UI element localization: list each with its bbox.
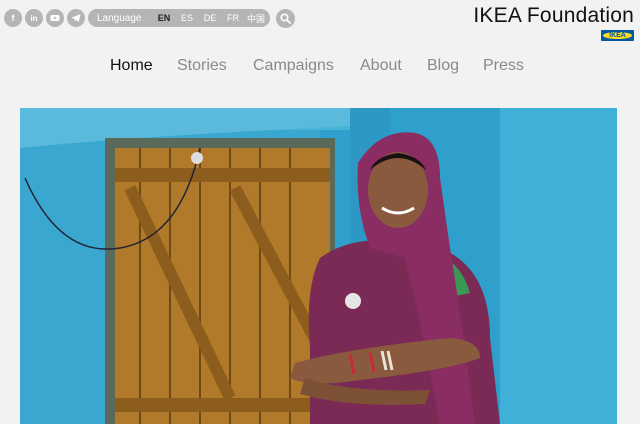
main-nav: Home Stories Campaigns About Blog Press xyxy=(0,57,640,79)
nav-item-stories[interactable]: Stories xyxy=(177,57,227,75)
facebook-icon[interactable]: f xyxy=(4,9,22,27)
youtube-play-glyph xyxy=(50,15,60,21)
nav-item-press[interactable]: Press xyxy=(483,57,524,75)
language-option-zh[interactable]: 中国 xyxy=(245,12,268,25)
search-button[interactable] xyxy=(276,9,295,28)
telegram-plane-glyph xyxy=(71,14,81,22)
language-option-es[interactable]: ES xyxy=(176,13,199,23)
linkedin-icon[interactable]: in xyxy=(25,9,43,27)
ikea-logo-text: IKEA xyxy=(609,32,626,39)
ikea-logo: IKEA xyxy=(601,30,634,41)
search-icon xyxy=(280,13,291,24)
telegram-icon[interactable] xyxy=(67,9,85,27)
hero-photo-woman-at-blue-doorway xyxy=(20,108,617,424)
language-label: Language xyxy=(97,12,142,24)
nav-item-home[interactable]: Home xyxy=(110,57,153,75)
brand[interactable]: IKEA Foundation IKEA xyxy=(473,4,634,46)
brand-title: IKEA Foundation xyxy=(473,4,634,27)
nav-item-campaigns[interactable]: Campaigns xyxy=(253,57,334,75)
top-bar: f in Language EN ES DE FR 中国 IKEA Founda… xyxy=(0,0,640,41)
language-option-de[interactable]: DE xyxy=(199,13,222,23)
language-option-en[interactable]: EN xyxy=(153,13,176,23)
nav-item-about[interactable]: About xyxy=(360,57,402,75)
social-links: f in xyxy=(4,9,85,27)
nav-item-blog[interactable]: Blog xyxy=(427,57,459,75)
youtube-icon[interactable] xyxy=(46,9,64,27)
hero-image[interactable] xyxy=(20,108,617,424)
language-option-fr[interactable]: FR xyxy=(222,13,245,23)
language-selector: Language EN ES DE FR 中国 xyxy=(88,9,270,27)
